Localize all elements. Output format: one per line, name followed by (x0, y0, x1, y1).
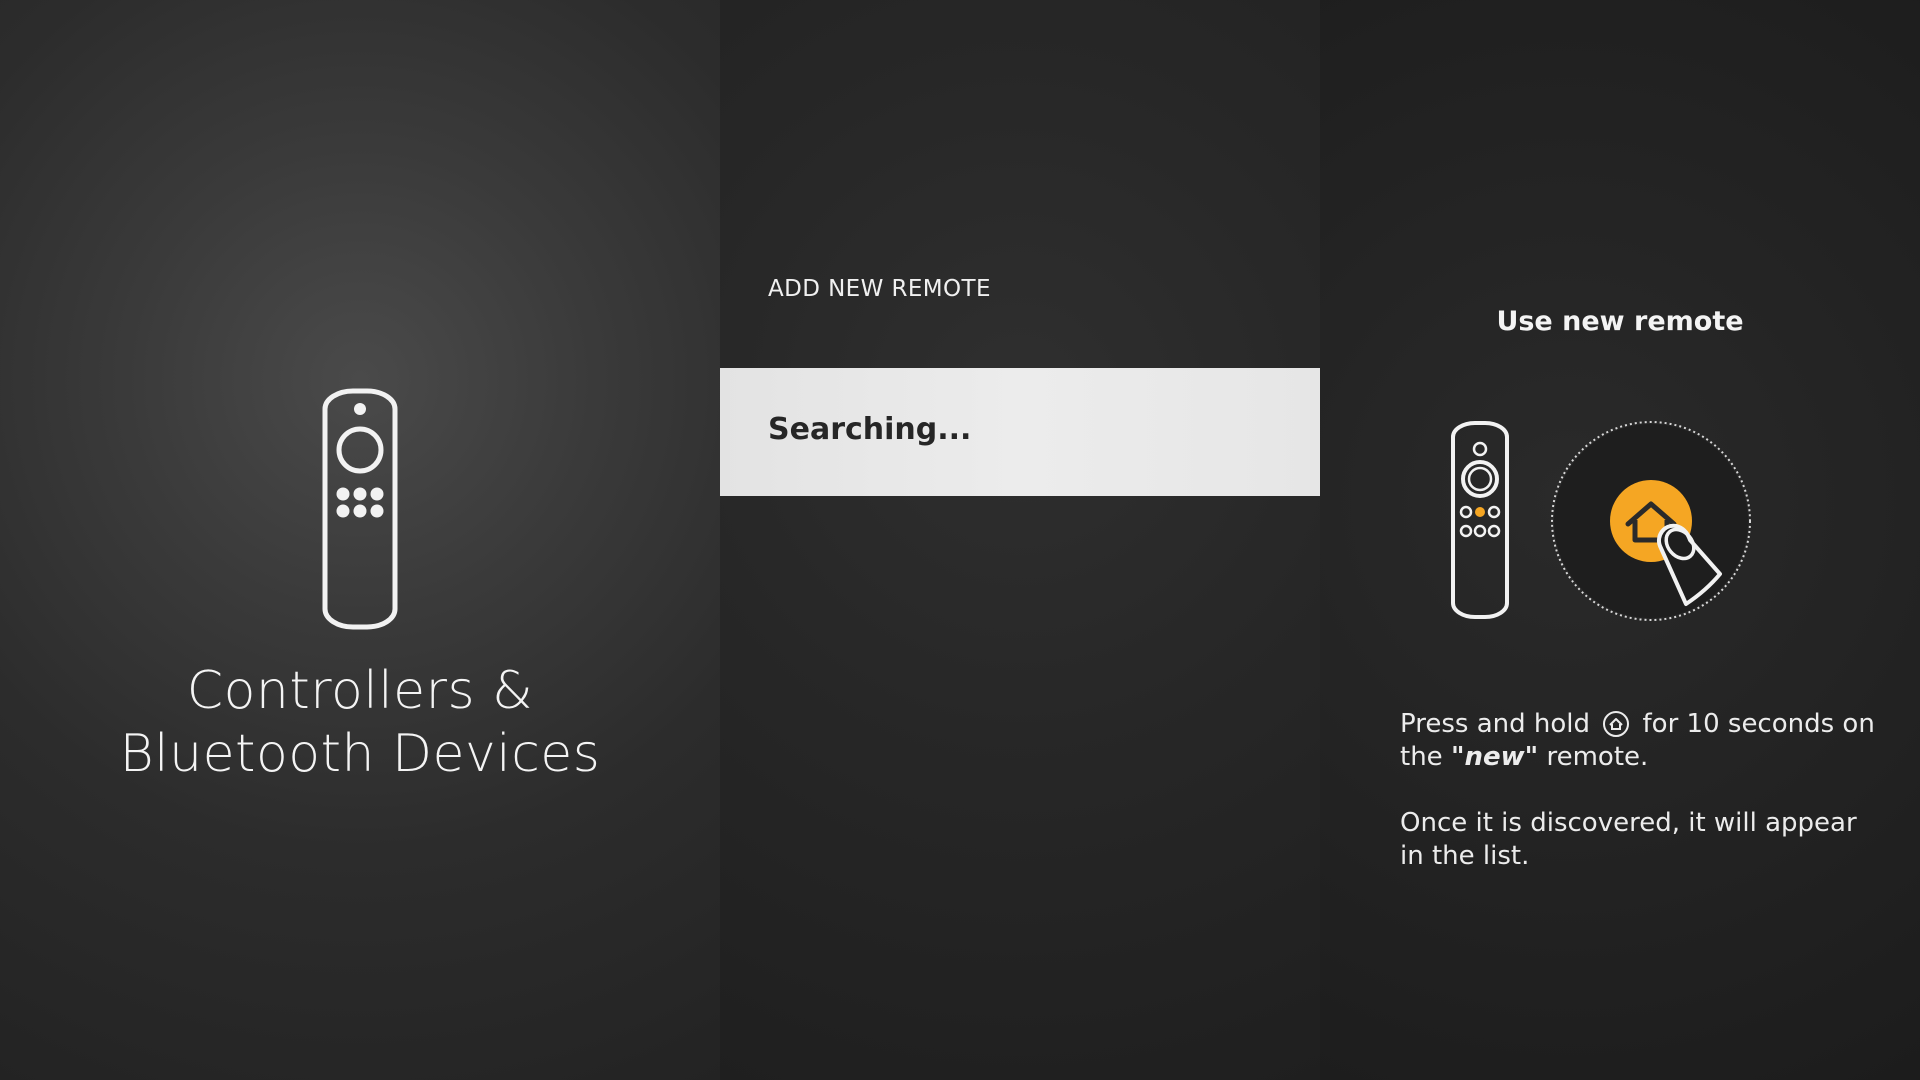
instruction-part3: remote. (1546, 742, 1649, 772)
category-title-line1: Controllers & (186, 661, 534, 721)
instruction-title: Use new remote (1496, 306, 1744, 337)
instruction-text: Press and hold for 10 seconds on the "ne… (1400, 708, 1880, 873)
fire-tv-remote-icon (1451, 421, 1509, 619)
fire-tv-remote-icon (322, 388, 398, 630)
device-list-panel: ADD NEW REMOTE Searching... (720, 0, 1320, 1080)
instruction-para2: Once it is discovered, it will appear in… (1400, 808, 1857, 871)
instruction-emphasis: "new" (1450, 742, 1539, 772)
instruction-part1: Press and hold (1400, 709, 1590, 739)
searching-status: Searching... (768, 412, 972, 447)
category-panel: Controllers & Bluetooth Devices (0, 0, 720, 1080)
screen: Controllers & Bluetooth Devices ADD NEW … (0, 0, 1920, 1080)
instructions-panel: Use new remote Press and hold for 10 sec… (1320, 0, 1920, 1080)
category-title: Controllers & Bluetooth Devices (0, 660, 720, 786)
home-button-icon (1603, 711, 1630, 737)
section-header: ADD NEW REMOTE (768, 276, 991, 302)
searching-row[interactable]: Searching... (720, 368, 1320, 496)
press-home-illustration (1551, 421, 1751, 621)
category-title-line2: Bluetooth Devices (119, 724, 601, 784)
